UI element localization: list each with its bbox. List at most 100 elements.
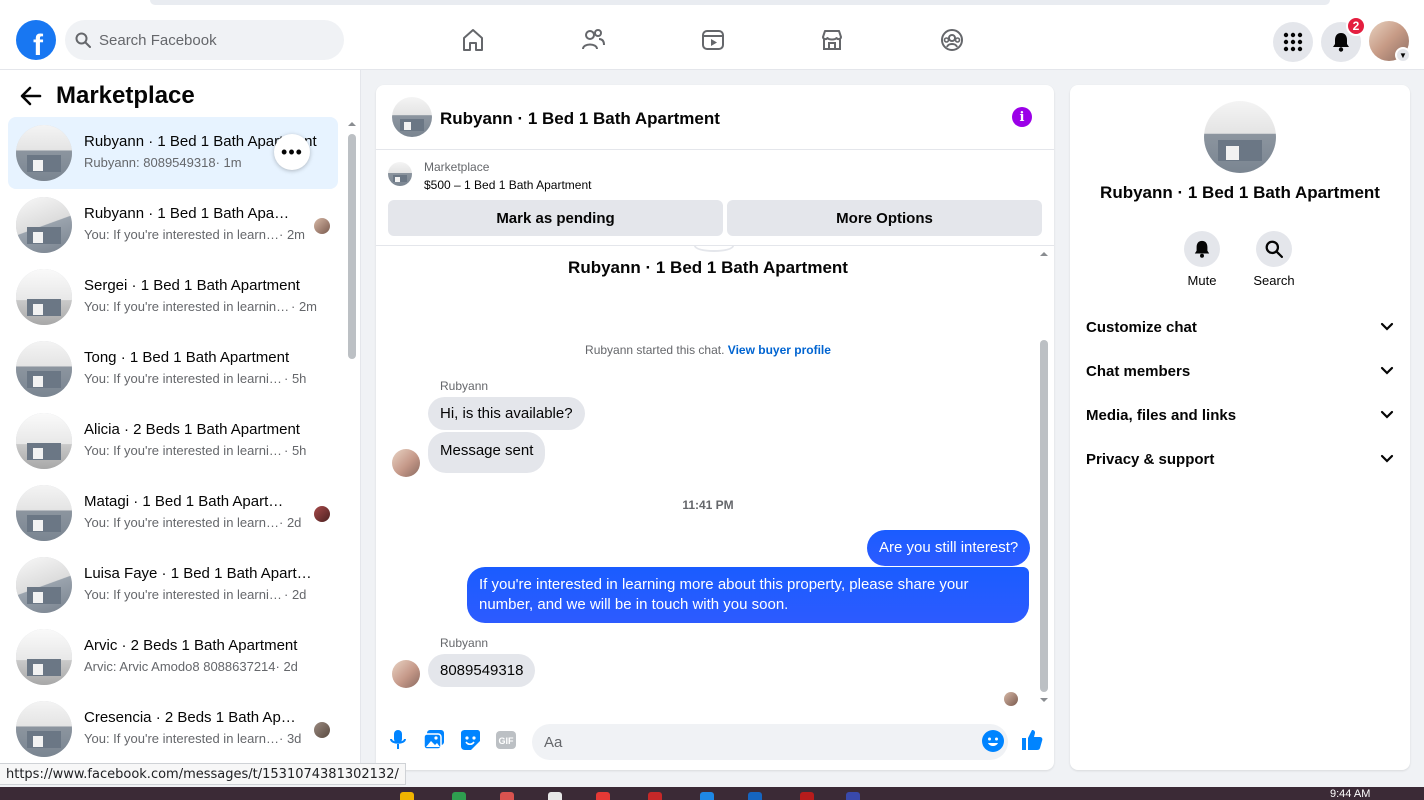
listing-thumbnail [16, 341, 72, 397]
thread-scrollbar[interactable] [1038, 246, 1050, 706]
facebook-logo[interactable]: f [16, 20, 56, 60]
preview-time: · 5h [284, 443, 307, 458]
taskbar-app-icon[interactable] [748, 792, 762, 800]
conversation-preview: You: If you're interested in learning mo… [84, 443, 306, 458]
taskbar-app-icon[interactable] [500, 792, 514, 800]
conversation-preview: You: If you're interested in learning mo… [84, 587, 306, 602]
media-files-links-section[interactable]: Media, files and links [1078, 393, 1402, 437]
photo-icon[interactable] [422, 728, 446, 752]
thread-top-avatar-edge [694, 246, 734, 252]
chat-members-section[interactable]: Chat members [1078, 349, 1402, 393]
section-label: Privacy & support [1086, 450, 1215, 468]
top-navbar: f 2 ▼ [0, 10, 1424, 70]
sticker-icon[interactable] [458, 728, 482, 752]
taskbar-clock[interactable]: 9:44 AM [1330, 788, 1370, 800]
listing-price-title[interactable]: $500 – 1 Bed 1 Bath Apartment [424, 178, 591, 192]
taskbar-app-icon[interactable] [846, 792, 860, 800]
conversation-sidebar: Marketplace Rubyann · 1 Bed 1 Bath Apart… [0, 70, 361, 768]
grid-icon [1283, 32, 1303, 52]
details-listing-photo[interactable] [1204, 101, 1276, 173]
emoji-icon[interactable] [982, 730, 1004, 752]
sender-avatar[interactable] [392, 449, 420, 477]
conversation-preview: You: If you're interested in learning mo… [84, 515, 301, 530]
outgoing-message[interactable]: If you're interested in learning more ab… [467, 567, 1029, 623]
gif-icon[interactable]: GIF [494, 728, 518, 752]
conversation-item[interactable]: Alicia · 2 Beds 1 Bath Apartment You: If… [8, 405, 338, 477]
chat-listing-thumbnail[interactable] [392, 97, 432, 137]
preview-text: You: If you're interested in learning mo… [84, 587, 284, 602]
conversation-item[interactable]: Luisa Faye · 1 Bed 1 Bath Apartment You:… [8, 549, 338, 621]
customize-chat-section[interactable]: Customize chat [1078, 305, 1402, 349]
groups-icon[interactable] [938, 26, 966, 54]
incoming-message[interactable]: 8089549318 [428, 654, 536, 687]
search-box[interactable] [65, 20, 344, 60]
marketplace-icon[interactable] [818, 26, 846, 54]
chat-title[interactable]: Rubyann · 1 Bed 1 Bath Apartment [440, 109, 720, 129]
scroll-down-arrow-icon[interactable] [1038, 696, 1050, 704]
mute-button[interactable]: Mute [1172, 231, 1232, 288]
preview-text: You: If you're interested in learning mo… [84, 371, 284, 386]
incoming-message[interactable]: Message sent [428, 432, 546, 473]
conversation-item[interactable]: Rubyann · 1 Bed 1 Bath Apartment You: If… [8, 189, 338, 261]
watch-icon[interactable] [699, 26, 727, 54]
conversation-item[interactable]: Matagi · 1 Bed 1 Bath Apartment You: If … [8, 477, 338, 549]
chevron-down-icon [1380, 366, 1394, 375]
taskbar-app-icon[interactable] [648, 792, 662, 800]
taskbar-folder-icon[interactable] [400, 792, 414, 800]
marketplace-listing-card: Marketplace $500 – 1 Bed 1 Bath Apartmen… [376, 150, 1054, 246]
listing-mini-thumbnail[interactable] [388, 162, 412, 186]
conversation-item[interactable]: Cresencia · 2 Beds 1 Bath Apartment You:… [8, 693, 338, 765]
taskbar-app-icon[interactable] [700, 792, 714, 800]
conversation-item[interactable]: Sergei · 1 Bed 1 Bath Apartment You: If … [8, 261, 338, 333]
message-input[interactable] [544, 733, 964, 751]
taskbar-app-icon[interactable] [800, 792, 814, 800]
chevron-down-icon[interactable]: ▼ [1395, 47, 1411, 63]
taskbar-app-icon[interactable] [452, 792, 466, 800]
friends-icon[interactable] [579, 26, 607, 54]
menu-grid-button[interactable] [1273, 22, 1313, 62]
conversation-preview: Rubyann: 8089549318 · 1m [84, 155, 242, 170]
message-input-box[interactable] [532, 724, 1008, 760]
chevron-down-icon [1380, 322, 1394, 331]
conversation-preview: You: If you're interested in learning mo… [84, 227, 305, 242]
search-input[interactable] [99, 31, 319, 49]
more-options-button[interactable]: More Options [727, 200, 1042, 236]
conversation-preview: You: If you're interested in learning mo… [84, 299, 317, 314]
scrollbar-thumb[interactable] [348, 134, 356, 359]
microphone-icon[interactable] [386, 728, 410, 752]
taskbar-app-icon[interactable] [596, 792, 610, 800]
sender-avatar[interactable] [392, 660, 420, 688]
browser-address-edge [150, 0, 1330, 5]
privacy-support-section[interactable]: Privacy & support [1078, 437, 1402, 481]
taskbar-app-icon[interactable] [548, 792, 562, 800]
outgoing-message[interactable]: Are you still interest? [867, 530, 1031, 566]
sidebar-scrollbar[interactable] [346, 118, 358, 758]
back-arrow-icon[interactable] [20, 86, 42, 106]
conversation-item[interactable]: Tong · 1 Bed 1 Bath Apartment You: If yo… [8, 333, 338, 405]
read-receipt-avatar [1004, 692, 1018, 706]
scroll-up-arrow-icon[interactable] [1038, 250, 1050, 258]
scroll-up-arrow-icon[interactable] [346, 120, 358, 128]
conversation-item[interactable]: Arvic · 2 Beds 1 Bath Apartment Arvic: A… [8, 621, 338, 693]
scrollbar-thumb[interactable] [1040, 340, 1048, 692]
search-label: Search [1253, 273, 1295, 288]
incoming-message[interactable]: Hi, is this available? [428, 397, 585, 430]
search-conversation-button[interactable]: Search [1244, 231, 1304, 288]
more-options-button[interactable]: ••• [274, 134, 310, 170]
info-icon[interactable]: i [1012, 107, 1032, 127]
system-message: Rubyann started this chat. View buyer pr… [376, 343, 1040, 357]
preview-time: · 2m [291, 299, 317, 314]
chevron-down-icon [1380, 454, 1394, 463]
message-composer: GIF [376, 716, 1054, 770]
sidebar-header: Marketplace [20, 82, 195, 110]
mute-label: Mute [1187, 273, 1217, 288]
conversation-name: Sergei · 1 Bed 1 Bath Apartment [84, 277, 300, 294]
conversation-list: Rubyann · 1 Bed 1 Bath Apartment Rubyann… [8, 117, 338, 765]
mark-as-pending-button[interactable]: Mark as pending [388, 200, 723, 236]
chevron-down-icon [1380, 410, 1394, 419]
conversation-item[interactable]: Rubyann · 1 Bed 1 Bath Apartment Rubyann… [8, 117, 338, 189]
view-buyer-profile-link[interactable]: View buyer profile [728, 343, 831, 357]
preview-time: · 3d [279, 731, 302, 746]
home-icon[interactable] [459, 26, 487, 54]
thumbs-up-icon[interactable] [1020, 728, 1044, 752]
